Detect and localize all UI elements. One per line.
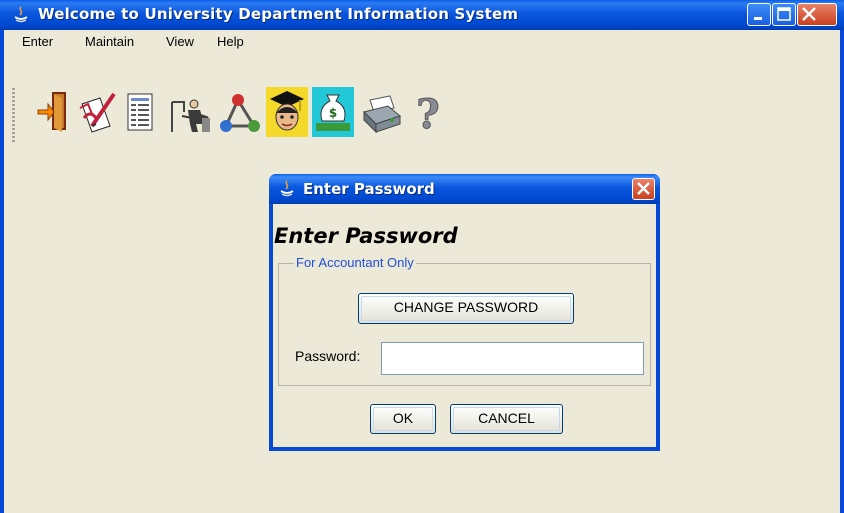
money-bag-icon: $ bbox=[316, 94, 350, 131]
maximize-button[interactable] bbox=[772, 3, 796, 26]
close-icon bbox=[802, 7, 816, 21]
password-label: Password: bbox=[295, 348, 361, 364]
edit-button[interactable] bbox=[78, 88, 118, 136]
change-password-button[interactable]: CHANGE PASSWORD bbox=[358, 293, 574, 324]
exit-button[interactable] bbox=[34, 88, 74, 136]
print-button[interactable] bbox=[360, 88, 404, 136]
title-bar[interactable]: Welcome to University Department Informa… bbox=[0, 0, 844, 30]
printer-icon bbox=[363, 95, 402, 134]
toolbar: $ ? bbox=[4, 84, 840, 150]
svg-text:$: $ bbox=[329, 106, 337, 120]
ok-button[interactable]: OK bbox=[370, 404, 436, 434]
menu-bar: Enter Maintain View Help bbox=[4, 30, 840, 54]
minimize-icon bbox=[754, 17, 762, 20]
edit-document-icon bbox=[79, 92, 116, 133]
window-border-right bbox=[840, 30, 844, 513]
svg-text:?: ? bbox=[416, 91, 439, 136]
menu-help[interactable]: Help bbox=[217, 34, 244, 49]
fees-button[interactable]: $ bbox=[312, 87, 354, 137]
dialog-body: Enter Password For Accountant Only CHANG… bbox=[273, 204, 656, 447]
password-input[interactable] bbox=[381, 342, 644, 375]
network-molecule-icon bbox=[220, 94, 260, 132]
close-window-button[interactable] bbox=[797, 3, 837, 26]
dialog-heading: Enter Password bbox=[274, 224, 458, 248]
exit-door-icon bbox=[37, 92, 66, 132]
menu-enter[interactable]: Enter bbox=[22, 34, 53, 49]
dialog-title-bar[interactable]: Enter Password bbox=[269, 174, 660, 204]
network-button[interactable] bbox=[220, 88, 260, 136]
group-title: For Accountant Only bbox=[294, 255, 416, 271]
maximize-icon bbox=[777, 7, 791, 21]
help-button[interactable]: ? bbox=[408, 88, 448, 139]
cancel-button[interactable]: CANCEL bbox=[450, 404, 563, 434]
report-sheet-icon bbox=[127, 93, 153, 131]
menu-view[interactable]: View bbox=[166, 34, 194, 49]
help-question-icon: ? bbox=[416, 91, 440, 139]
dialog-close-button[interactable] bbox=[632, 178, 655, 200]
ok-label: OK bbox=[392, 410, 414, 426]
java-cup-icon bbox=[280, 180, 294, 197]
student-button[interactable] bbox=[266, 87, 308, 137]
graduate-student-icon bbox=[270, 91, 304, 131]
menu-maintain[interactable]: Maintain bbox=[85, 34, 134, 49]
close-icon bbox=[637, 182, 650, 195]
teacher-icon bbox=[171, 99, 210, 132]
report-button[interactable] bbox=[122, 88, 162, 136]
minimize-button[interactable] bbox=[747, 3, 771, 26]
cancel-label: CANCEL bbox=[478, 410, 535, 426]
dialog-title: Enter Password bbox=[303, 180, 435, 198]
java-cup-icon bbox=[14, 6, 28, 23]
password-dialog: Enter Password Enter Password For Accoun… bbox=[269, 174, 660, 451]
change-password-label: CHANGE PASSWORD bbox=[393, 299, 539, 315]
toolbar-grip[interactable] bbox=[12, 88, 15, 144]
window-title: Welcome to University Department Informa… bbox=[38, 5, 519, 23]
teacher-button[interactable] bbox=[170, 88, 216, 136]
